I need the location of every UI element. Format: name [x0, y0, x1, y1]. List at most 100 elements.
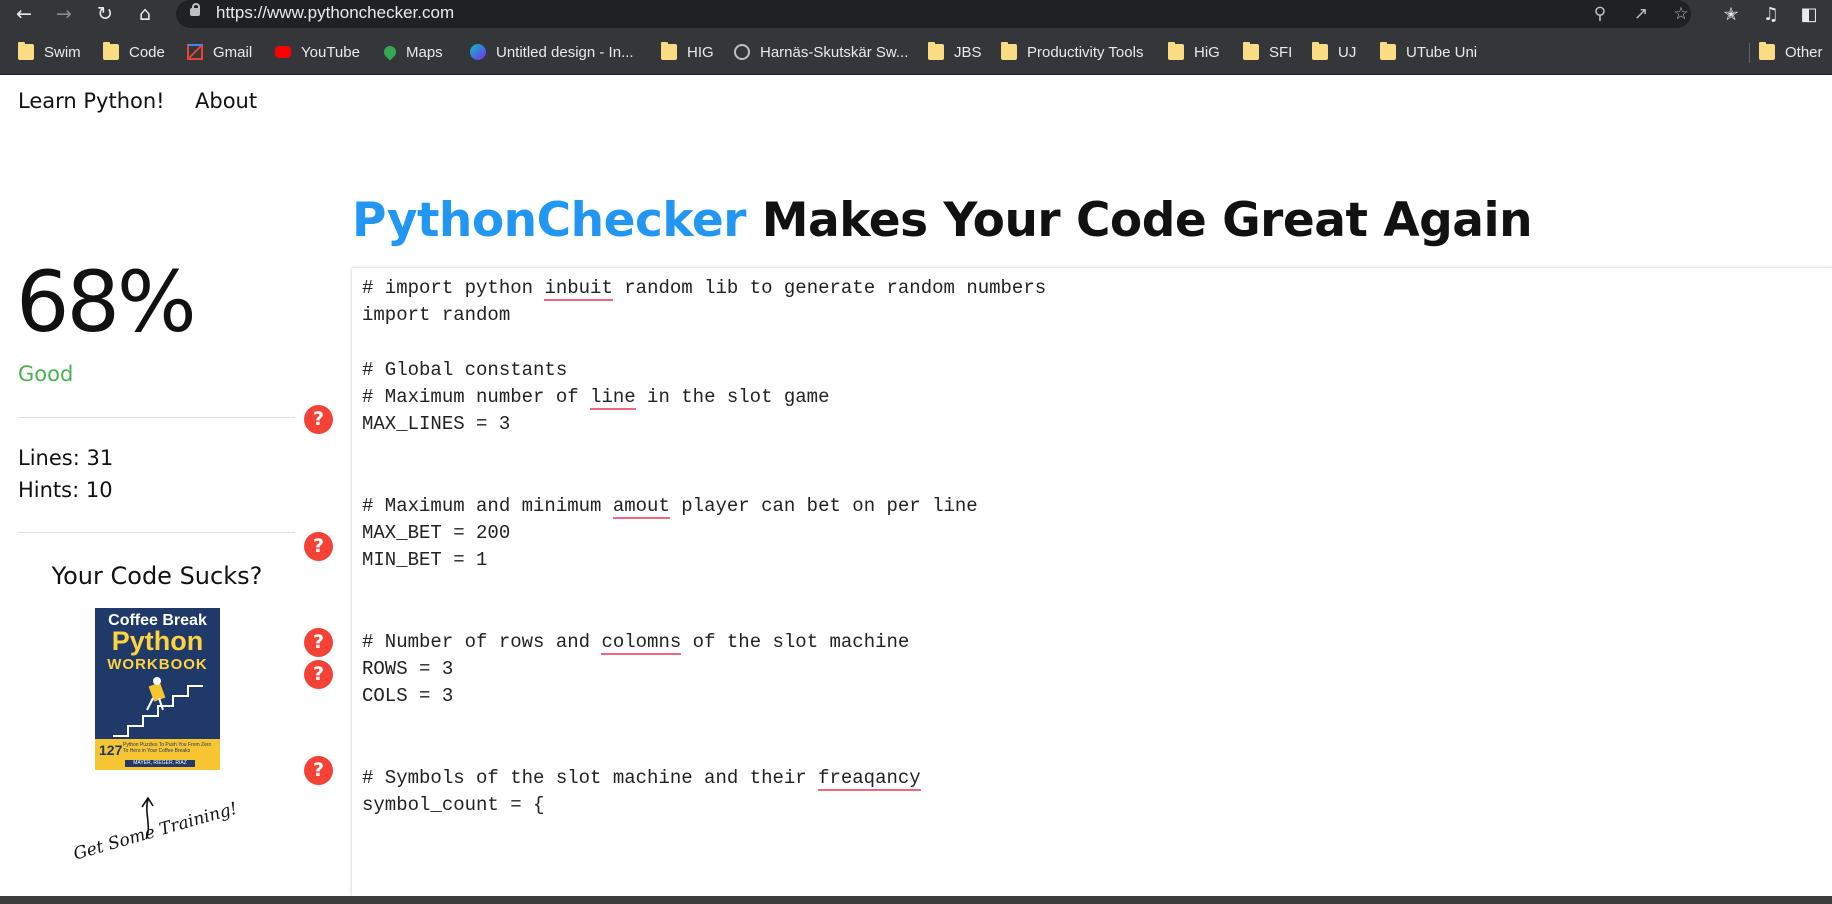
code-text: # Number of rows and: [362, 630, 602, 653]
bookmark-label: YouTube: [301, 43, 360, 61]
book-title-line3: WORKBOOK: [107, 656, 208, 673]
code-line: MAX_LINES = 3: [362, 411, 510, 437]
bookmark-label: SFI: [1269, 43, 1293, 61]
extensions-icon[interactable]: ✭: [1719, 3, 1743, 27]
folder-icon: [928, 42, 944, 60]
code-text: player can bet on per line: [669, 494, 978, 517]
back-icon[interactable]: ←: [12, 2, 36, 26]
reload-icon[interactable]: ↻: [93, 2, 117, 26]
url-text[interactable]: https://www.pythonchecker.com: [216, 3, 454, 23]
share-icon[interactable]: ↗: [1630, 3, 1652, 25]
code-line: ROWS = 3: [362, 656, 453, 682]
canva-icon: [470, 44, 486, 60]
bookmarks-separator: [1749, 43, 1750, 63]
code-text: # import python: [362, 277, 545, 299]
score-value: 68%: [16, 253, 197, 351]
bookmark-item[interactable]: UJ: [1312, 41, 1356, 63]
code-text: # Maximum and minimum: [362, 494, 613, 517]
bookmark-label: JBS: [954, 43, 982, 61]
bookmark-label: Swim: [44, 43, 81, 61]
bookmark-item[interactable]: JBS: [928, 41, 982, 63]
code-editor[interactable]: # import python inbuit random lib to gen…: [352, 268, 1832, 896]
code-text: # Symbols of the slot machine and their: [362, 766, 819, 789]
bookmark-item[interactable]: Productivity Tools: [1001, 41, 1143, 63]
bookmark-label: HIG: [687, 43, 714, 61]
bookmark-item[interactable]: Swim: [18, 41, 81, 63]
code-text: MIN_BET = 1: [362, 549, 488, 571]
bookmark-item[interactable]: SFI: [1243, 41, 1292, 63]
media-icon[interactable]: ♫: [1759, 3, 1783, 27]
code-text: in the slot game: [635, 385, 830, 408]
code-line: # Global constants: [362, 357, 567, 383]
youtube-icon: [275, 46, 291, 58]
book-number: 127: [99, 742, 123, 758]
code-line: MAX_BET = 200: [362, 520, 510, 546]
stairs-illustration-icon: [113, 677, 203, 737]
home-icon[interactable]: ⌂: [133, 2, 157, 26]
code-line: # Maximum number of line in the slot gam…: [362, 384, 830, 410]
bookmark-item[interactable]: Gmail: [187, 41, 252, 63]
code-text: # Maximum number of: [362, 385, 591, 408]
globe-icon: [734, 44, 750, 60]
forward-icon[interactable]: →: [52, 2, 76, 26]
bookmark-item[interactable]: Untitled design - In...: [470, 41, 634, 63]
folder-icon: [1759, 42, 1775, 60]
search-icon[interactable]: ⚲: [1589, 3, 1611, 25]
code-line: symbol_count = {: [362, 792, 544, 818]
hint-button[interactable]: ?: [304, 756, 333, 785]
code-text: symbol_count = {: [362, 793, 545, 816]
code-line: COLS = 3: [362, 683, 453, 709]
book-subtitle: Python Puzzles To Push You From Zero To …: [123, 742, 212, 754]
folder-icon: [1380, 42, 1396, 60]
bookmark-item[interactable]: YouTube: [275, 41, 360, 63]
folder-icon: [1001, 42, 1017, 60]
nav-about[interactable]: About: [195, 89, 257, 113]
maps-icon: [381, 43, 399, 61]
bookmark-label: HiG: [1194, 43, 1220, 61]
bookmark-label: Harnäs-Skutskär Sw...: [760, 43, 909, 61]
code-line: import random: [362, 302, 510, 328]
bookmark-label: Gmail: [213, 43, 253, 61]
folder-icon: [1243, 42, 1259, 60]
browser-toolbar: ← → ↻ ⌂ https://www.pythonchecker.com ⚲ …: [0, 0, 1832, 29]
star-icon[interactable]: ☆: [1670, 3, 1692, 25]
book-authors: MAYER, RIEGER, RIAZ: [125, 760, 195, 767]
code-line: # Maximum and minimum amout player can b…: [362, 493, 978, 519]
code-text: random lib to generate random numbers: [612, 277, 1047, 299]
page-title: PythonChecker Makes Your Code Great Agai…: [352, 193, 1533, 248]
misspelled-word: colomns: [601, 630, 682, 655]
bookmark-label: UTube Uni: [1406, 43, 1478, 61]
hint-button[interactable]: ?: [304, 660, 333, 689]
folder-icon: [1168, 42, 1184, 60]
hint-button[interactable]: ?: [304, 628, 333, 657]
code-text: import random: [362, 304, 511, 327]
bookmark-item[interactable]: Code: [103, 41, 165, 63]
bookmark-item[interactable]: HiG: [1168, 41, 1220, 63]
address-bar[interactable]: https://www.pythonchecker.com ⚲ ↗ ☆: [176, 0, 1691, 28]
book-cover-image[interactable]: Coffee Break Python WORKBOOK 127 Python …: [95, 608, 220, 770]
code-line: MIN_BET = 1: [362, 547, 487, 573]
title-tagline: Makes Your Code Great Again: [745, 193, 1533, 248]
lines-count: Lines: 31: [18, 446, 114, 470]
bookmark-item[interactable]: HIG: [661, 41, 714, 63]
code-line: # Symbols of the slot machine and their …: [362, 765, 921, 791]
hint-button[interactable]: ?: [304, 405, 333, 434]
lock-icon[interactable]: [190, 3, 200, 16]
bookmark-label: Maps: [406, 43, 443, 61]
bookmark-other[interactable]: Other: [1759, 41, 1823, 63]
code-text: MAX_LINES = 3: [362, 413, 511, 435]
bookmark-item[interactable]: Maps: [381, 41, 443, 63]
sidepanel-icon[interactable]: ◧: [1797, 3, 1821, 27]
nav-learn-python[interactable]: Learn Python!: [18, 89, 165, 113]
bookmark-item[interactable]: Harnäs-Skutskär Sw...: [734, 41, 908, 63]
divider: [18, 417, 295, 418]
bookmark-label: Productivity Tools: [1027, 43, 1144, 61]
misspelled-word: line: [590, 385, 636, 410]
hint-button[interactable]: ?: [304, 532, 333, 561]
bookmark-item[interactable]: UTube Uni: [1380, 41, 1477, 63]
code-text: ROWS = 3: [362, 657, 454, 680]
code-text: # Global constants: [362, 358, 568, 381]
folder-icon: [103, 42, 119, 60]
bottom-bar: [0, 896, 1832, 904]
bookmark-label: Code: [129, 43, 165, 61]
